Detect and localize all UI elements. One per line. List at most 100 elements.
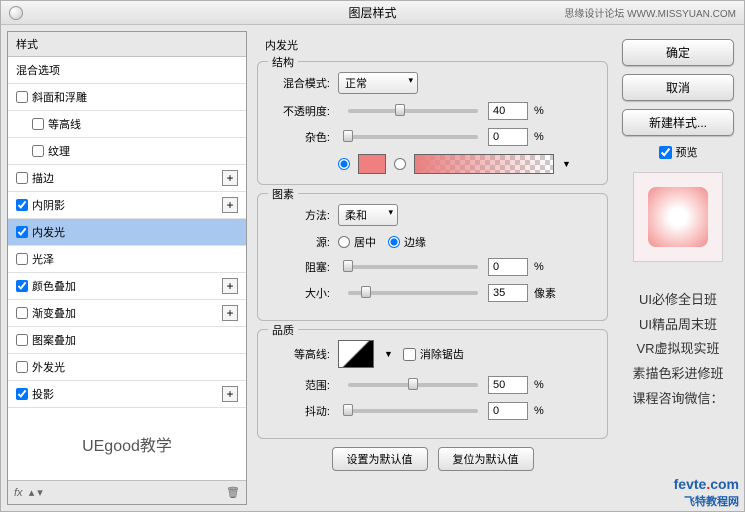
style-checkbox[interactable] <box>16 91 28 103</box>
choke-label: 阻塞: <box>270 259 330 275</box>
up-icon[interactable]: ▴ <box>29 487 35 499</box>
style-item[interactable]: 投影 + <box>8 381 246 408</box>
brand-text: 思缘设计论坛 WWW.MISSYUAN.COM <box>564 5 736 20</box>
layer-style-dialog: 图层样式 思缘设计论坛 WWW.MISSYUAN.COM 样式 混合选项 斜面和… <box>0 0 745 512</box>
style-item[interactable]: 纹理 <box>8 138 246 165</box>
style-label: 投影 <box>32 386 54 402</box>
style-item[interactable]: 斜面和浮雕 <box>8 84 246 111</box>
style-label: 等高线 <box>48 116 81 132</box>
styles-panel: 样式 混合选项 斜面和浮雕等高线纹理描边 + 内阴影 + 内发光光泽颜色叠加 + 渐变叠加 +… <box>7 31 247 505</box>
style-item[interactable]: 渐变叠加 + <box>8 300 246 327</box>
add-effect-icon[interactable]: + <box>222 170 238 186</box>
noise-slider[interactable] <box>348 135 478 139</box>
quality-title: 品质 <box>268 322 298 338</box>
settings-panel: 内发光 结构 混合模式: 正常 不透明度: % 杂色: % <box>253 31 612 505</box>
add-effect-icon[interactable]: + <box>222 197 238 213</box>
technique-label: 方法: <box>270 207 330 223</box>
opacity-label: 不透明度: <box>270 103 330 119</box>
structure-group: 结构 混合模式: 正常 不透明度: % 杂色: % <box>257 61 608 185</box>
source-label: 源: <box>270 234 330 250</box>
structure-title: 结构 <box>268 54 298 70</box>
style-checkbox[interactable] <box>32 118 44 130</box>
contour-picker[interactable] <box>338 340 374 368</box>
style-label: 颜色叠加 <box>32 278 76 294</box>
fx-icon[interactable]: fx <box>14 487 23 499</box>
gradient-swatch[interactable] <box>414 154 554 174</box>
down-icon[interactable]: ▾ <box>37 487 43 499</box>
blend-options-item[interactable]: 混合选项 <box>8 57 246 84</box>
style-label: 描边 <box>32 170 54 186</box>
style-checkbox[interactable] <box>16 199 28 211</box>
jitter-slider[interactable] <box>348 409 478 413</box>
panel-title: 内发光 <box>257 35 608 55</box>
range-slider[interactable] <box>348 383 478 387</box>
style-item[interactable]: 外发光 <box>8 354 246 381</box>
choke-input[interactable] <box>488 258 528 276</box>
style-item[interactable]: 内发光 <box>8 219 246 246</box>
style-label: 内阴影 <box>32 197 65 213</box>
style-label: 渐变叠加 <box>32 305 76 321</box>
styles-header: 样式 <box>8 32 246 57</box>
style-item[interactable]: 内阴影 + <box>8 192 246 219</box>
new-style-button[interactable]: 新建样式... <box>622 109 734 136</box>
style-checkbox[interactable] <box>16 334 28 346</box>
uegood-label: UEgood教学 <box>8 408 246 480</box>
trash-icon[interactable]: 🗑 <box>226 486 240 499</box>
noise-label: 杂色: <box>270 129 330 145</box>
set-default-button[interactable]: 设置为默认值 <box>332 447 428 471</box>
size-label: 大小: <box>270 285 330 301</box>
style-item[interactable]: 颜色叠加 + <box>8 273 246 300</box>
choke-slider[interactable] <box>348 265 478 269</box>
source-center-radio[interactable] <box>338 236 350 248</box>
blend-mode-label: 混合模式: <box>270 75 330 91</box>
style-label: 外发光 <box>32 359 65 375</box>
style-checkbox[interactable] <box>16 307 28 319</box>
style-item[interactable]: 等高线 <box>8 111 246 138</box>
opacity-input[interactable] <box>488 102 528 120</box>
size-input[interactable] <box>488 284 528 302</box>
style-item[interactable]: 图案叠加 <box>8 327 246 354</box>
noise-input[interactable] <box>488 128 528 146</box>
solid-color-radio[interactable] <box>338 158 350 170</box>
style-item[interactable]: 描边 + <box>8 165 246 192</box>
reset-default-button[interactable]: 复位为默认值 <box>438 447 534 471</box>
gradient-radio[interactable] <box>394 158 406 170</box>
add-effect-icon[interactable]: + <box>222 305 238 321</box>
antialias-checkbox[interactable] <box>403 348 416 361</box>
cancel-button[interactable]: 取消 <box>622 74 734 101</box>
add-effect-icon[interactable]: + <box>222 386 238 402</box>
style-label: 图案叠加 <box>32 332 76 348</box>
style-checkbox[interactable] <box>16 388 28 400</box>
close-icon[interactable] <box>9 6 23 20</box>
style-checkbox[interactable] <box>16 361 28 373</box>
preview-swatch <box>648 187 708 247</box>
add-effect-icon[interactable]: + <box>222 278 238 294</box>
style-label: 光泽 <box>32 251 54 267</box>
style-item[interactable]: 光泽 <box>8 246 246 273</box>
preview-checkbox[interactable] <box>659 146 672 159</box>
source-edge-radio[interactable] <box>388 236 400 248</box>
blend-mode-select[interactable]: 正常 <box>338 72 418 94</box>
style-label: 斜面和浮雕 <box>32 89 87 105</box>
style-checkbox[interactable] <box>16 280 28 292</box>
opacity-slider[interactable] <box>348 109 478 113</box>
action-panel: 确定 取消 新建样式... 预览 UI必修全日班 UI精品周末班 VR虚拟现实班… <box>618 31 738 505</box>
style-checkbox[interactable] <box>16 172 28 184</box>
chevron-down-icon[interactable]: ▼ <box>384 349 393 359</box>
jitter-input[interactable] <box>488 402 528 420</box>
style-checkbox[interactable] <box>16 226 28 238</box>
contour-label: 等高线: <box>270 346 330 362</box>
style-label: 内发光 <box>32 224 65 240</box>
technique-select[interactable]: 柔和 <box>338 204 398 226</box>
style-checkbox[interactable] <box>32 145 44 157</box>
color-swatch[interactable] <box>358 154 386 174</box>
chevron-down-icon[interactable]: ▼ <box>562 159 571 169</box>
preview-checkbox-label[interactable]: 预览 <box>622 144 734 160</box>
size-slider[interactable] <box>348 291 478 295</box>
ok-button[interactable]: 确定 <box>622 39 734 66</box>
range-input[interactable] <box>488 376 528 394</box>
titlebar: 图层样式 思缘设计论坛 WWW.MISSYUAN.COM <box>1 1 744 25</box>
style-checkbox[interactable] <box>16 253 28 265</box>
jitter-label: 抖动: <box>270 403 330 419</box>
watermark: fevte.com 飞特教程网 <box>674 477 739 508</box>
